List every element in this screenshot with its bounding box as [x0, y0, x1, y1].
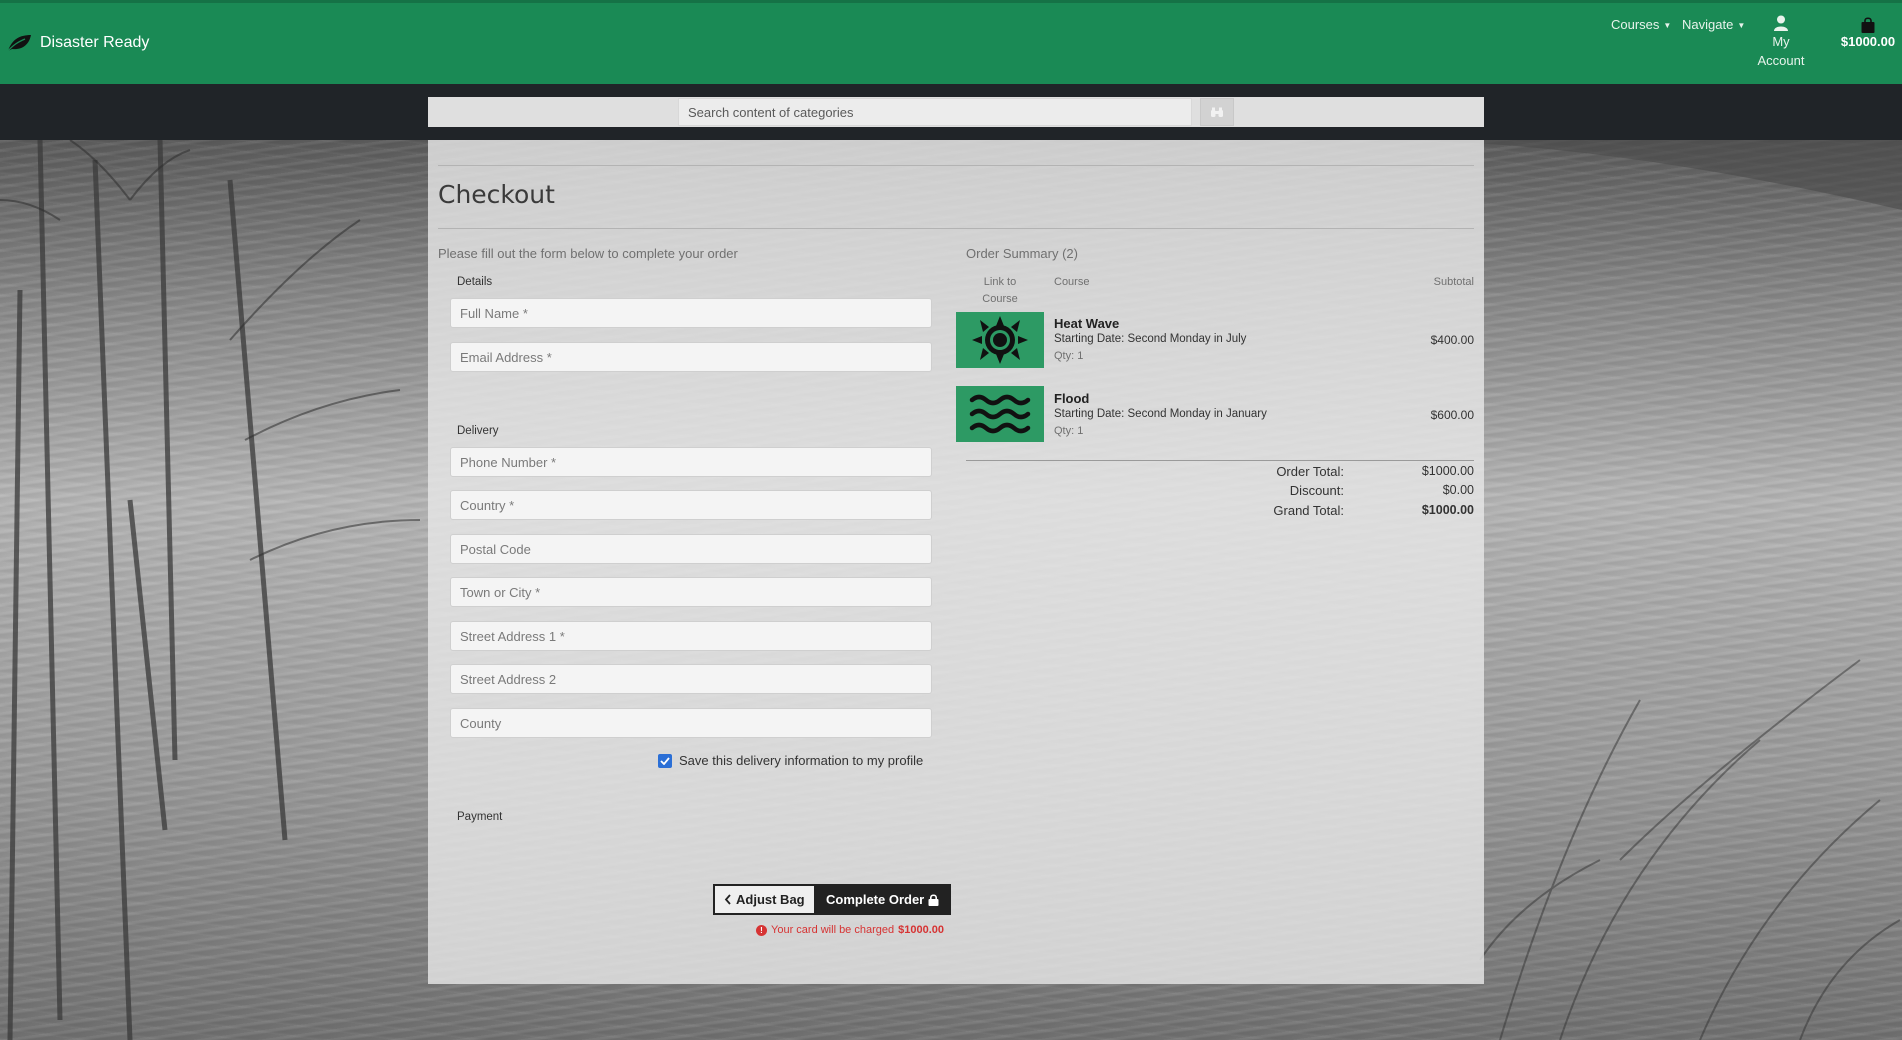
flood-course-link[interactable]: [956, 386, 1044, 442]
item-name: Flood: [1054, 391, 1090, 406]
col-subtotal: Subtotal: [1433, 276, 1474, 288]
caret-down-icon: ▼: [1663, 21, 1672, 31]
chevron-left-icon: [724, 894, 731, 905]
postcode-field[interactable]: [450, 534, 932, 564]
exclamation-circle-icon: !: [756, 924, 767, 936]
search-form: [428, 97, 1484, 127]
discount-value: $0.00: [1442, 483, 1474, 497]
bag-total: $1000.00: [1840, 34, 1896, 49]
country-field[interactable]: [450, 490, 932, 520]
brand-link[interactable]: Disaster Ready: [6, 33, 149, 53]
delivery-legend: Delivery: [457, 425, 499, 437]
order-total-value: $1000.00: [1421, 464, 1474, 478]
sun-icon: [972, 316, 1028, 364]
charge-warning: ! Your card will be charged $1000.00: [756, 924, 944, 936]
divider-top: [438, 165, 1474, 166]
street1-field[interactable]: [450, 621, 932, 651]
checkout-panel: Checkout Please fill out the form below …: [428, 140, 1484, 984]
county-field[interactable]: [450, 708, 932, 738]
phone-field[interactable]: [450, 447, 932, 477]
complete-order-label: Complete Order: [826, 892, 925, 907]
account-label-line2: Account: [1757, 53, 1805, 68]
user-icon: [1774, 15, 1788, 31]
shopping-bag-link[interactable]: $1000.00: [1818, 17, 1902, 49]
payment-legend: Payment: [457, 811, 503, 823]
divider-title: [438, 228, 1474, 229]
search-button[interactable]: [1200, 98, 1234, 126]
leaf-logo-icon: [6, 35, 31, 53]
save-info-row: Save this delivery information to my pro…: [658, 753, 923, 768]
summary-divider: [966, 460, 1474, 461]
item-date: Starting Date: Second Monday in July: [1054, 333, 1247, 345]
col-course: Course: [1054, 276, 1090, 288]
charge-amount: $1000.00: [898, 924, 945, 936]
page-title: Checkout: [438, 180, 555, 209]
save-info-checkbox[interactable]: [658, 753, 672, 768]
item-subtotal: $600.00: [1430, 408, 1474, 422]
order-total-label: Order Total:: [1276, 464, 1344, 479]
complete-order-button[interactable]: Complete Order: [814, 884, 952, 915]
courses-label: Courses: [1611, 17, 1660, 32]
heat-wave-course-link[interactable]: [956, 312, 1044, 368]
courses-dropdown[interactable]: Courses ▼: [1611, 17, 1671, 32]
col-link-to-course: Link to Course: [965, 274, 1035, 308]
my-account-link[interactable]: My Account: [1752, 15, 1810, 70]
town-field[interactable]: [450, 577, 932, 607]
item-name: Heat Wave: [1054, 316, 1120, 331]
checkmark-icon: [660, 756, 670, 765]
form-intro: Please fill out the form below to comple…: [438, 246, 738, 261]
top-navbar: Disaster Ready Courses ▼ Navigate ▼ My Acc…: [0, 0, 1902, 84]
navigate-dropdown[interactable]: Navigate ▼: [1682, 17, 1745, 32]
item-subtotal: $400.00: [1430, 333, 1474, 347]
item-qty: Qty: 1: [1054, 425, 1084, 437]
save-info-label: Save this delivery information to my pro…: [679, 753, 924, 768]
lock-icon: [928, 893, 939, 906]
brand-name: Disaster Ready: [40, 34, 150, 51]
adjust-bag-label: Adjust Bag: [736, 892, 805, 907]
adjust-bag-button[interactable]: Adjust Bag: [713, 884, 816, 915]
full-name-field[interactable]: [450, 298, 932, 328]
street2-field[interactable]: [450, 664, 932, 694]
item-date: Starting Date: Second Monday in January: [1054, 408, 1267, 420]
binoculars-icon: [1211, 107, 1223, 117]
col-link-line1: Link to: [983, 276, 1017, 288]
waves-icon: [969, 394, 1031, 434]
grand-total-label: Grand Total:: [1273, 503, 1344, 518]
col-link-line2: Course: [982, 293, 1018, 305]
grand-total-value: $1000.00: [1421, 503, 1474, 517]
details-legend: Details: [457, 276, 493, 288]
shopping-bag-icon: [1861, 17, 1875, 33]
discount-label: Discount:: [1289, 483, 1344, 498]
search-input[interactable]: [678, 98, 1192, 126]
charge-text: Your card will be charged: [771, 924, 895, 936]
account-label-line1: My: [1772, 34, 1790, 49]
order-summary-title: Order Summary (2): [966, 246, 1078, 261]
navigate-label: Navigate: [1682, 17, 1734, 32]
caret-down-icon: ▼: [1737, 21, 1746, 31]
item-qty: Qty: 1: [1054, 350, 1084, 362]
search-bar: [0, 84, 1902, 140]
email-field[interactable]: [450, 342, 932, 372]
